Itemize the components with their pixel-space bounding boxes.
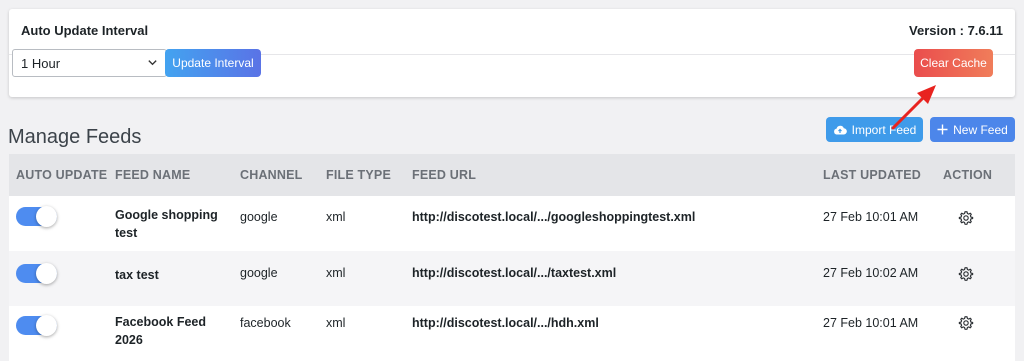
import-feed-label: Import Feed [851,122,917,137]
gear-icon[interactable] [958,266,974,282]
cloud-upload-icon [833,124,847,136]
clear-cache-label: Clear Cache [920,56,987,70]
feed-file-type: xml [326,266,346,280]
clear-cache-button[interactable]: Clear Cache [914,49,993,77]
feed-name[interactable]: Facebook Feed 2026 [115,313,235,349]
feed-name-line: Facebook Feed [115,315,206,329]
auto-update-toggle[interactable] [16,263,57,284]
table-row: Facebook Feed 2026 facebook xml http://d… [9,299,1015,361]
update-interval-label: Update Interval [172,56,254,70]
auto-update-toggle[interactable] [16,206,57,227]
feed-channel: google [240,210,278,224]
column-feed-url: FEED URL [412,168,477,182]
feed-url[interactable]: http://discotest.local/.../taxtest.xml [412,266,616,280]
feed-name[interactable]: tax test [115,266,235,284]
interval-select-value: 1 Hour [21,56,61,71]
table-row: tax test google xml http://discotest.loc… [9,251,1015,306]
feed-name-line: 2026 [115,333,143,347]
update-interval-button[interactable]: Update Interval [165,49,261,77]
new-feed-button[interactable]: New Feed [930,117,1015,142]
feed-name-line: test [115,226,138,240]
new-feed-label: New Feed [953,122,1008,137]
version-label: Version : 7.6.11 [909,23,1003,38]
table-header: AUTO UPDATE FEED NAME CHANNEL FILE TYPE … [9,154,1015,196]
column-last-updated: LAST UPDATED [823,168,921,182]
feed-name-line: Google shopping [115,208,218,222]
gear-icon[interactable] [958,210,974,226]
feed-last-updated: 27 Feb 10:02 AM [823,266,919,280]
feed-channel: google [240,266,278,280]
plus-icon [937,124,948,135]
column-file-type: FILE TYPE [326,168,392,182]
column-channel: CHANNEL [240,168,303,182]
chevron-down-icon [148,60,157,66]
feed-last-updated: 27 Feb 10:01 AM [823,316,919,330]
table-row: Google shopping test google xml http://d… [9,196,1015,251]
gear-icon[interactable] [958,315,974,331]
feed-url[interactable]: http://discotest.local/.../hdh.xml [412,316,599,330]
auto-update-toggle[interactable] [16,315,57,336]
interval-select[interactable]: 1 Hour [12,49,167,77]
column-action: ACTION [943,168,993,182]
feed-name[interactable]: Google shopping test [115,206,235,242]
import-feed-button[interactable]: Import Feed [826,117,923,142]
feed-last-updated: 27 Feb 10:01 AM [823,210,919,224]
feed-name-line: tax test [115,268,159,282]
feed-url[interactable]: http://discotest.local/.../googleshoppin… [412,210,695,224]
column-auto-update: AUTO UPDATE [16,168,108,182]
card-title: Auto Update Interval [21,23,149,38]
feed-channel: facebook [240,316,291,330]
feeds-table: AUTO UPDATE FEED NAME CHANNEL FILE TYPE … [9,154,1015,361]
page-title: Manage Feeds [8,126,142,148]
feed-file-type: xml [326,316,346,330]
column-feed-name: FEED NAME [115,168,191,182]
feed-file-type: xml [326,210,346,224]
